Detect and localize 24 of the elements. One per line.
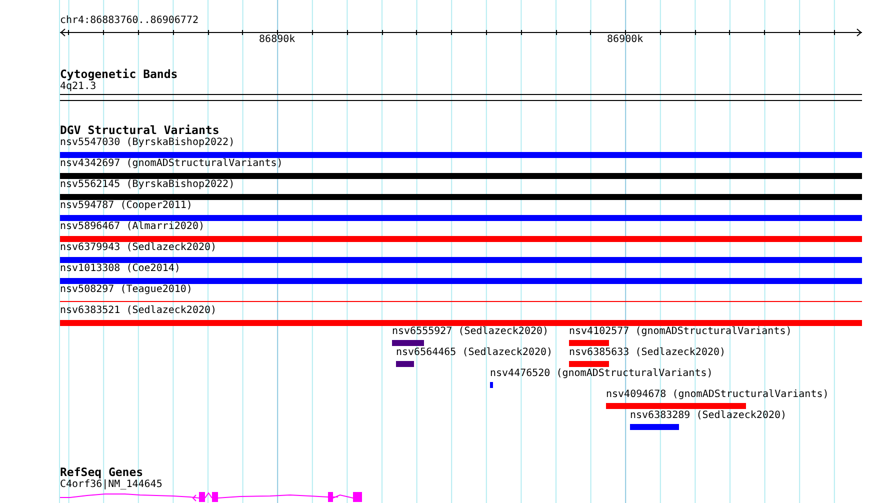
feature-label: nsv4102577 (gnomADStructuralVariants) [569, 326, 792, 338]
feature-label: nsv6383521 (Sedlazeck2020) [60, 305, 218, 317]
feature-label: nsv4094678 (gnomADStructuralVariants) [606, 389, 829, 401]
band-label: 4q21.3 [60, 81, 98, 93]
feature-label: nsv6385633 (Sedlazeck2020) [569, 347, 726, 359]
feature-label: nsv5562145 (ByrskaBishop2022) [60, 179, 236, 191]
track-title: RefSeq Genes [60, 466, 144, 479]
feature-label: nsv1013308 (Coe2014) [60, 263, 182, 275]
tick-label: 86890k [259, 34, 296, 46]
coordinate-label: chr4:86883760..86906772 [60, 14, 200, 27]
gene-label: C4orf36|NM_144645 [60, 479, 164, 491]
feature-label: nsv4476520 (gnomADStructuralVariants) [490, 368, 713, 380]
tick-label: 86900k [607, 34, 644, 46]
feature-label: nsv508297 (Teague2010) [60, 284, 194, 296]
feature-label: nsv6383289 (Sedlazeck2020) [630, 410, 787, 422]
feature-label: nsv5896467 (Almarri2020) [60, 221, 206, 233]
feature-label: nsv4342697 (gnomADStructuralVariants) [60, 158, 284, 170]
track-title: Cytogenetic Bands [60, 68, 179, 81]
track-title: DGV Structural Variants [60, 124, 220, 137]
feature-label: nsv6379943 (Sedlazeck2020) [60, 242, 218, 254]
feature-label: nsv6555927 (Sedlazeck2020) [392, 326, 549, 338]
feature-label: nsv6564465 (Sedlazeck2020) [396, 347, 553, 359]
feature-label: nsv5547030 (ByrskaBishop2022) [60, 137, 236, 149]
feature-label: nsv594787 (Cooper2011) [60, 200, 194, 212]
